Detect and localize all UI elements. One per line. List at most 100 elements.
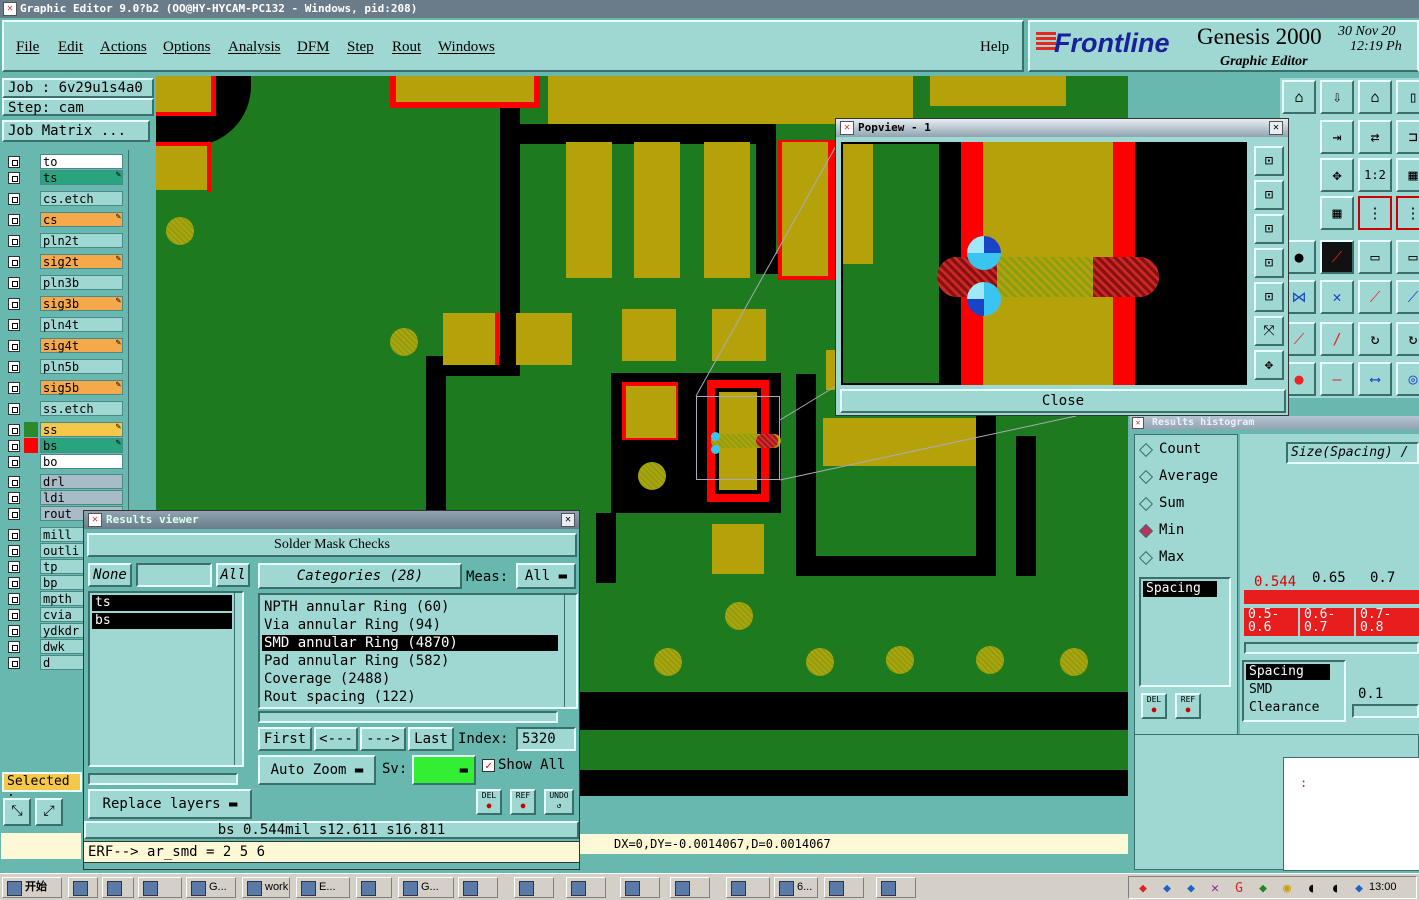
layer-checkbox[interactable] [8,340,20,352]
menu-actions[interactable]: Actions [100,39,147,56]
layer-color-swatch[interactable] [24,296,38,311]
select-none-button[interactable]: None [88,563,132,587]
category-item[interactable]: Rout spacing (122) [262,689,558,705]
layer-checkbox[interactable] [8,403,20,415]
histogram-ref-button[interactable]: REF ● [1175,693,1201,719]
taskbar-task[interactable] [102,877,134,898]
layer-color-swatch[interactable] [24,275,38,290]
layer-color-swatch[interactable] [24,490,38,505]
taskbar-task[interactable] [566,877,606,898]
histogram-radio-icon[interactable] [1138,523,1154,539]
layer-color-swatch[interactable] [24,154,38,169]
layer-name[interactable]: sig4t [40,338,123,353]
histogram-type-item[interactable]: Spacing [1246,664,1330,680]
menu-options[interactable]: Options [163,39,211,56]
first-button[interactable]: First [258,727,312,751]
menu-rout[interactable]: Rout [392,39,421,56]
popview-zoom-button[interactable]: ⊡ [1254,146,1284,176]
layer-filter-field[interactable] [136,563,212,587]
layer-name[interactable]: sig5b [40,380,123,395]
layer-row[interactable]: pln5b [6,359,124,374]
toolbar-button-grid[interactable]: ▦ [1396,158,1419,192]
results-viewer-menu-icon[interactable]: ✕ [88,513,102,527]
layer-checkbox[interactable] [8,193,20,205]
layer-color-swatch[interactable] [24,474,38,489]
layer-color-swatch[interactable] [24,380,38,395]
next-button[interactable]: ---> [360,727,406,751]
results-layer-item[interactable]: ts [92,595,232,611]
histogram-hscroll[interactable] [1244,642,1419,654]
popview-menu-icon[interactable]: ✕ [840,121,854,135]
layer-checkbox[interactable] [8,641,20,653]
taskbar-task[interactable] [670,877,710,898]
app-icon[interactable]: ✕ [3,2,17,16]
histogram-radio-icon[interactable] [1138,469,1154,485]
toolbar-button-arc2[interactable]: ↻ [1396,322,1419,356]
histogram-radio-icon[interactable] [1138,442,1154,458]
toolbar-button-extra[interactable]: ▯ [1396,80,1419,114]
layer-color-swatch[interactable] [24,212,38,227]
undo-button[interactable]: UNDO ↺ [544,789,574,815]
tray-icon-7[interactable]: ◉ [1279,881,1295,897]
tray-icon-5[interactable]: G [1231,881,1247,897]
results-layer-scrollbar[interactable] [234,593,242,765]
layer-name[interactable]: cs.etch [40,191,123,206]
layer-color-swatch[interactable] [24,170,38,185]
toolbar-button-swap[interactable]: ⇄ [1358,120,1392,154]
index-field[interactable]: 5320 [516,727,576,751]
category-list[interactable]: NPTH annular Ring (60) Via annular Ring (… [258,593,578,709]
popview-pan-button[interactable]: ✥ [1254,350,1284,380]
ref-button[interactable]: REF ● [510,789,536,815]
layer-checkbox[interactable] [8,298,20,310]
toolbar-button-scale[interactable]: 1:2 [1358,158,1392,192]
toolbar-button-dim[interactable]: ⟷ [1358,362,1392,396]
toolbar-button-pan[interactable]: ✥ [1320,158,1354,192]
layer-checkbox[interactable] [8,382,20,394]
menu-dfm[interactable]: DFM [297,39,330,56]
taskbar-task[interactable] [514,877,554,898]
layer-name[interactable]: cs [40,212,123,227]
last-button[interactable]: Last [408,727,454,751]
histogram-menu-icon[interactable]: ✕ [1132,417,1144,429]
histogram-radio-icon[interactable] [1138,550,1154,566]
layer-checkbox[interactable] [8,214,20,226]
taskbar-task[interactable]: G... [186,877,236,898]
layer-checkbox[interactable] [8,561,20,573]
layer-row[interactable]: bs ✎ [6,438,124,453]
layer-checkbox[interactable] [8,625,20,637]
menu-edit[interactable]: Edit [58,39,83,56]
prev-button[interactable]: <--- [314,727,358,751]
layer-color-swatch[interactable] [24,401,38,416]
taskbar-task[interactable]: G... [398,877,454,898]
popview-right-button[interactable]: ⊡ [1254,282,1284,312]
taskbar-task[interactable] [68,877,98,898]
histogram-option-label[interactable]: Average [1159,468,1218,484]
toolbar-button-ring[interactable]: ◎ [1396,362,1419,396]
menu-analysis[interactable]: Analysis [228,39,281,56]
layer-color-swatch[interactable] [24,639,38,654]
layer-checkbox[interactable] [8,529,20,541]
layer-name[interactable]: pln2t [40,233,123,248]
sv-select[interactable]: ▬ [412,755,476,785]
category-hscroll[interactable] [258,711,558,723]
toolbar-button-line[interactable]: ⟋ [1358,280,1392,314]
toolbar-button-down[interactable]: ⇩ [1320,80,1354,114]
layer-name[interactable]: sig3b [40,296,123,311]
histogram-type-slider[interactable] [1352,704,1419,718]
layer-color-swatch[interactable] [24,623,38,638]
results-layer-item[interactable]: bs [92,613,232,629]
meas-select[interactable]: All ▬ [516,563,576,589]
layer-checkbox[interactable] [8,609,20,621]
histogram-radio-icon[interactable] [1138,496,1154,512]
layer-name[interactable]: ts [40,170,123,185]
layer-checkbox[interactable] [8,456,20,468]
layer-row[interactable]: pln2t [6,233,124,248]
toolbar-button-measure[interactable]: ⟋ [1320,240,1354,274]
layer-row[interactable]: drl [6,474,124,489]
layer-name[interactable]: bs [40,438,123,453]
layer-checkbox[interactable] [8,319,20,331]
replace-layers-button[interactable]: Replace layers ▬ [88,789,252,819]
layer-row[interactable]: sig4t ✎ [6,338,124,353]
histogram-option-label[interactable]: Max [1159,549,1184,565]
layer-color-swatch[interactable] [24,543,38,558]
